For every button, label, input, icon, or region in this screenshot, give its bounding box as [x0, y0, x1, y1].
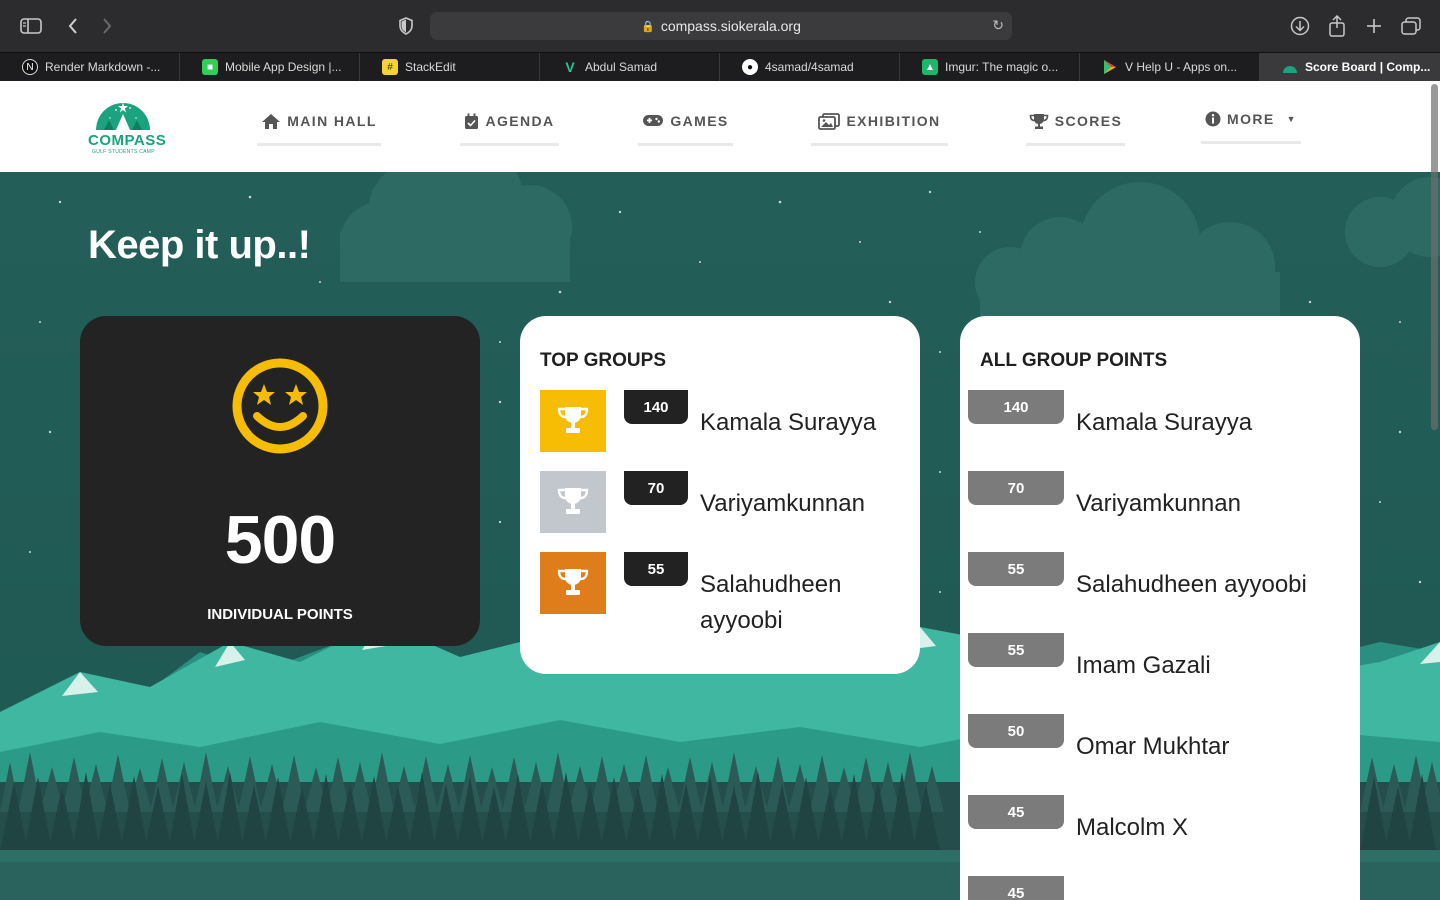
lock-icon: 🔒	[641, 20, 655, 33]
individual-points-label: INDIVIDUAL POINTS	[207, 606, 353, 623]
browser-tab-active[interactable]: Score Board | Comp...	[1260, 53, 1440, 81]
tab-label: Mobile App Design |...	[225, 60, 342, 74]
tab-favicon-icon: ■	[202, 59, 218, 75]
forward-icon[interactable]	[94, 13, 120, 39]
url-text: compass.siokerala.org	[660, 18, 801, 34]
page-scrollbar[interactable]	[1431, 84, 1438, 430]
reload-icon[interactable]: ↻	[992, 17, 1004, 34]
group-points-badge: 140	[968, 390, 1064, 424]
group-points-badge: 45	[968, 795, 1064, 829]
all-groups-title: ALL GROUP POINTS	[980, 350, 1168, 371]
top-group-name: Variyamkunnan	[700, 490, 865, 517]
logo-wordmark: COMPASS	[88, 132, 167, 149]
browser-tab[interactable]: ▲ Imgur: The magic o...	[900, 53, 1080, 81]
nav-label: AGENDA	[485, 113, 555, 129]
logo-subtitle: GULF STUDENTS CAMP	[92, 149, 155, 155]
tab-label: Render Markdown -...	[45, 60, 161, 74]
nav-more-dropdown[interactable]: MORE ▼	[1201, 109, 1301, 144]
group-name: Malcolm X	[1076, 814, 1189, 841]
group-name: Kamala Surayya	[1076, 409, 1253, 436]
top-group-name: Kamala Surayya	[700, 409, 877, 436]
nav-label: MAIN HALL	[287, 113, 377, 129]
play-store-icon	[1102, 59, 1118, 75]
group-points-badge: 55	[968, 633, 1064, 667]
group-name: Imam Gazali	[1076, 652, 1211, 679]
group-points-badge: 55	[968, 552, 1064, 586]
top-group-points-badge: 70	[624, 471, 688, 505]
tab-label: StackEdit	[405, 60, 456, 74]
group-points-badge: 50	[968, 714, 1064, 748]
trophy-icon	[557, 407, 589, 433]
tab-favicon-icon: ▲	[922, 59, 938, 75]
gamepad-icon	[643, 115, 664, 126]
top-groups-card: TOP GROUPS 140 Kamala Surayya 70 Variyam…	[520, 316, 920, 674]
calendar-icon	[465, 113, 479, 129]
gold-trophy-badge	[540, 390, 606, 452]
compass-favicon-icon	[1282, 59, 1298, 75]
group-name: Omar Mukhtar	[1076, 733, 1230, 760]
group-name: Salahudheen ayyoobi	[1076, 571, 1307, 598]
trophy-icon	[557, 569, 589, 595]
back-icon[interactable]	[60, 13, 86, 39]
silver-trophy-badge	[540, 471, 606, 533]
github-icon: ●	[742, 59, 758, 75]
nav-agenda[interactable]: AGENDA	[460, 111, 559, 146]
top-group-points-badge: 140	[624, 390, 688, 424]
tab-label: Abdul Samad	[585, 60, 658, 74]
individual-points-value: 500	[224, 502, 336, 578]
browser-tab[interactable]: # StackEdit	[360, 53, 540, 81]
nav-label: SCORES	[1054, 113, 1123, 129]
star-struck-face-icon	[232, 358, 328, 454]
tab-label: Imgur: The magic o...	[945, 60, 1059, 74]
tab-bar: N Render Markdown -... ■ Mobile App Desi…	[0, 52, 1440, 81]
info-icon	[1205, 111, 1221, 127]
tab-overview-icon[interactable]	[1398, 13, 1424, 39]
share-icon[interactable]	[1324, 13, 1350, 39]
tab-label: 4samad/4samad	[765, 60, 854, 74]
nav-scores[interactable]: SCORES	[1026, 111, 1125, 146]
new-tab-icon[interactable]	[1361, 13, 1387, 39]
tab-favicon-icon: #	[382, 59, 398, 75]
browser-tab[interactable]: N Render Markdown -...	[0, 53, 180, 81]
tab-favicon-icon: N	[22, 59, 38, 75]
download-icon[interactable]	[1287, 13, 1313, 39]
address-bar[interactable]: 🔒 compass.siokerala.org ↻	[430, 12, 1012, 40]
privacy-shield-icon[interactable]	[393, 13, 419, 39]
group-points-badge: 45	[968, 876, 1064, 900]
home-icon	[262, 114, 281, 129]
top-groups-title: TOP GROUPS	[540, 350, 666, 371]
group-points-badge: 70	[968, 471, 1064, 505]
tab-favicon-icon: V	[565, 59, 575, 75]
individual-points-card: 500 INDIVIDUAL POINTS	[80, 316, 480, 646]
browser-tab[interactable]: V Help U - Apps on...	[1080, 53, 1260, 81]
all-group-points-card[interactable]: ALL GROUP POINTS 140 Kamala Surayya 70 V…	[960, 316, 1360, 900]
nav-label: EXHIBITION	[846, 113, 941, 129]
site-header: COMPASS GULF STUDENTS CAMP MAIN HALL AGE…	[0, 81, 1440, 172]
browser-tab[interactable]: V Abdul Samad	[540, 53, 720, 81]
page-headline: Keep it up..!	[88, 223, 311, 267]
nav-exhibition[interactable]: EXHIBITION	[811, 111, 948, 146]
trophy-icon	[1029, 114, 1049, 129]
top-group-name: Salahudheen ayyoobi	[700, 571, 842, 634]
top-group-points-badge: 55	[624, 552, 688, 586]
browser-toolbar: 🔒 compass.siokerala.org ↻	[0, 0, 1440, 52]
caret-down-icon: ▼	[1286, 114, 1297, 124]
tab-label: V Help U - Apps on...	[1125, 60, 1238, 74]
nav-label: MORE	[1227, 111, 1275, 127]
nav-main-hall[interactable]: MAIN HALL	[257, 111, 381, 146]
group-name: Variyamkunnan	[1076, 490, 1241, 517]
tab-label: Score Board | Comp...	[1305, 60, 1431, 74]
bronze-trophy-badge	[540, 552, 606, 614]
nav-games[interactable]: GAMES	[638, 111, 733, 146]
browser-tab[interactable]: ● 4samad/4samad	[720, 53, 900, 81]
images-icon	[818, 113, 841, 130]
nav-label: GAMES	[670, 113, 729, 129]
sidebar-toggle-icon[interactable]	[18, 13, 44, 39]
browser-tab[interactable]: ■ Mobile App Design |...	[180, 53, 360, 81]
trophy-icon	[557, 488, 589, 514]
